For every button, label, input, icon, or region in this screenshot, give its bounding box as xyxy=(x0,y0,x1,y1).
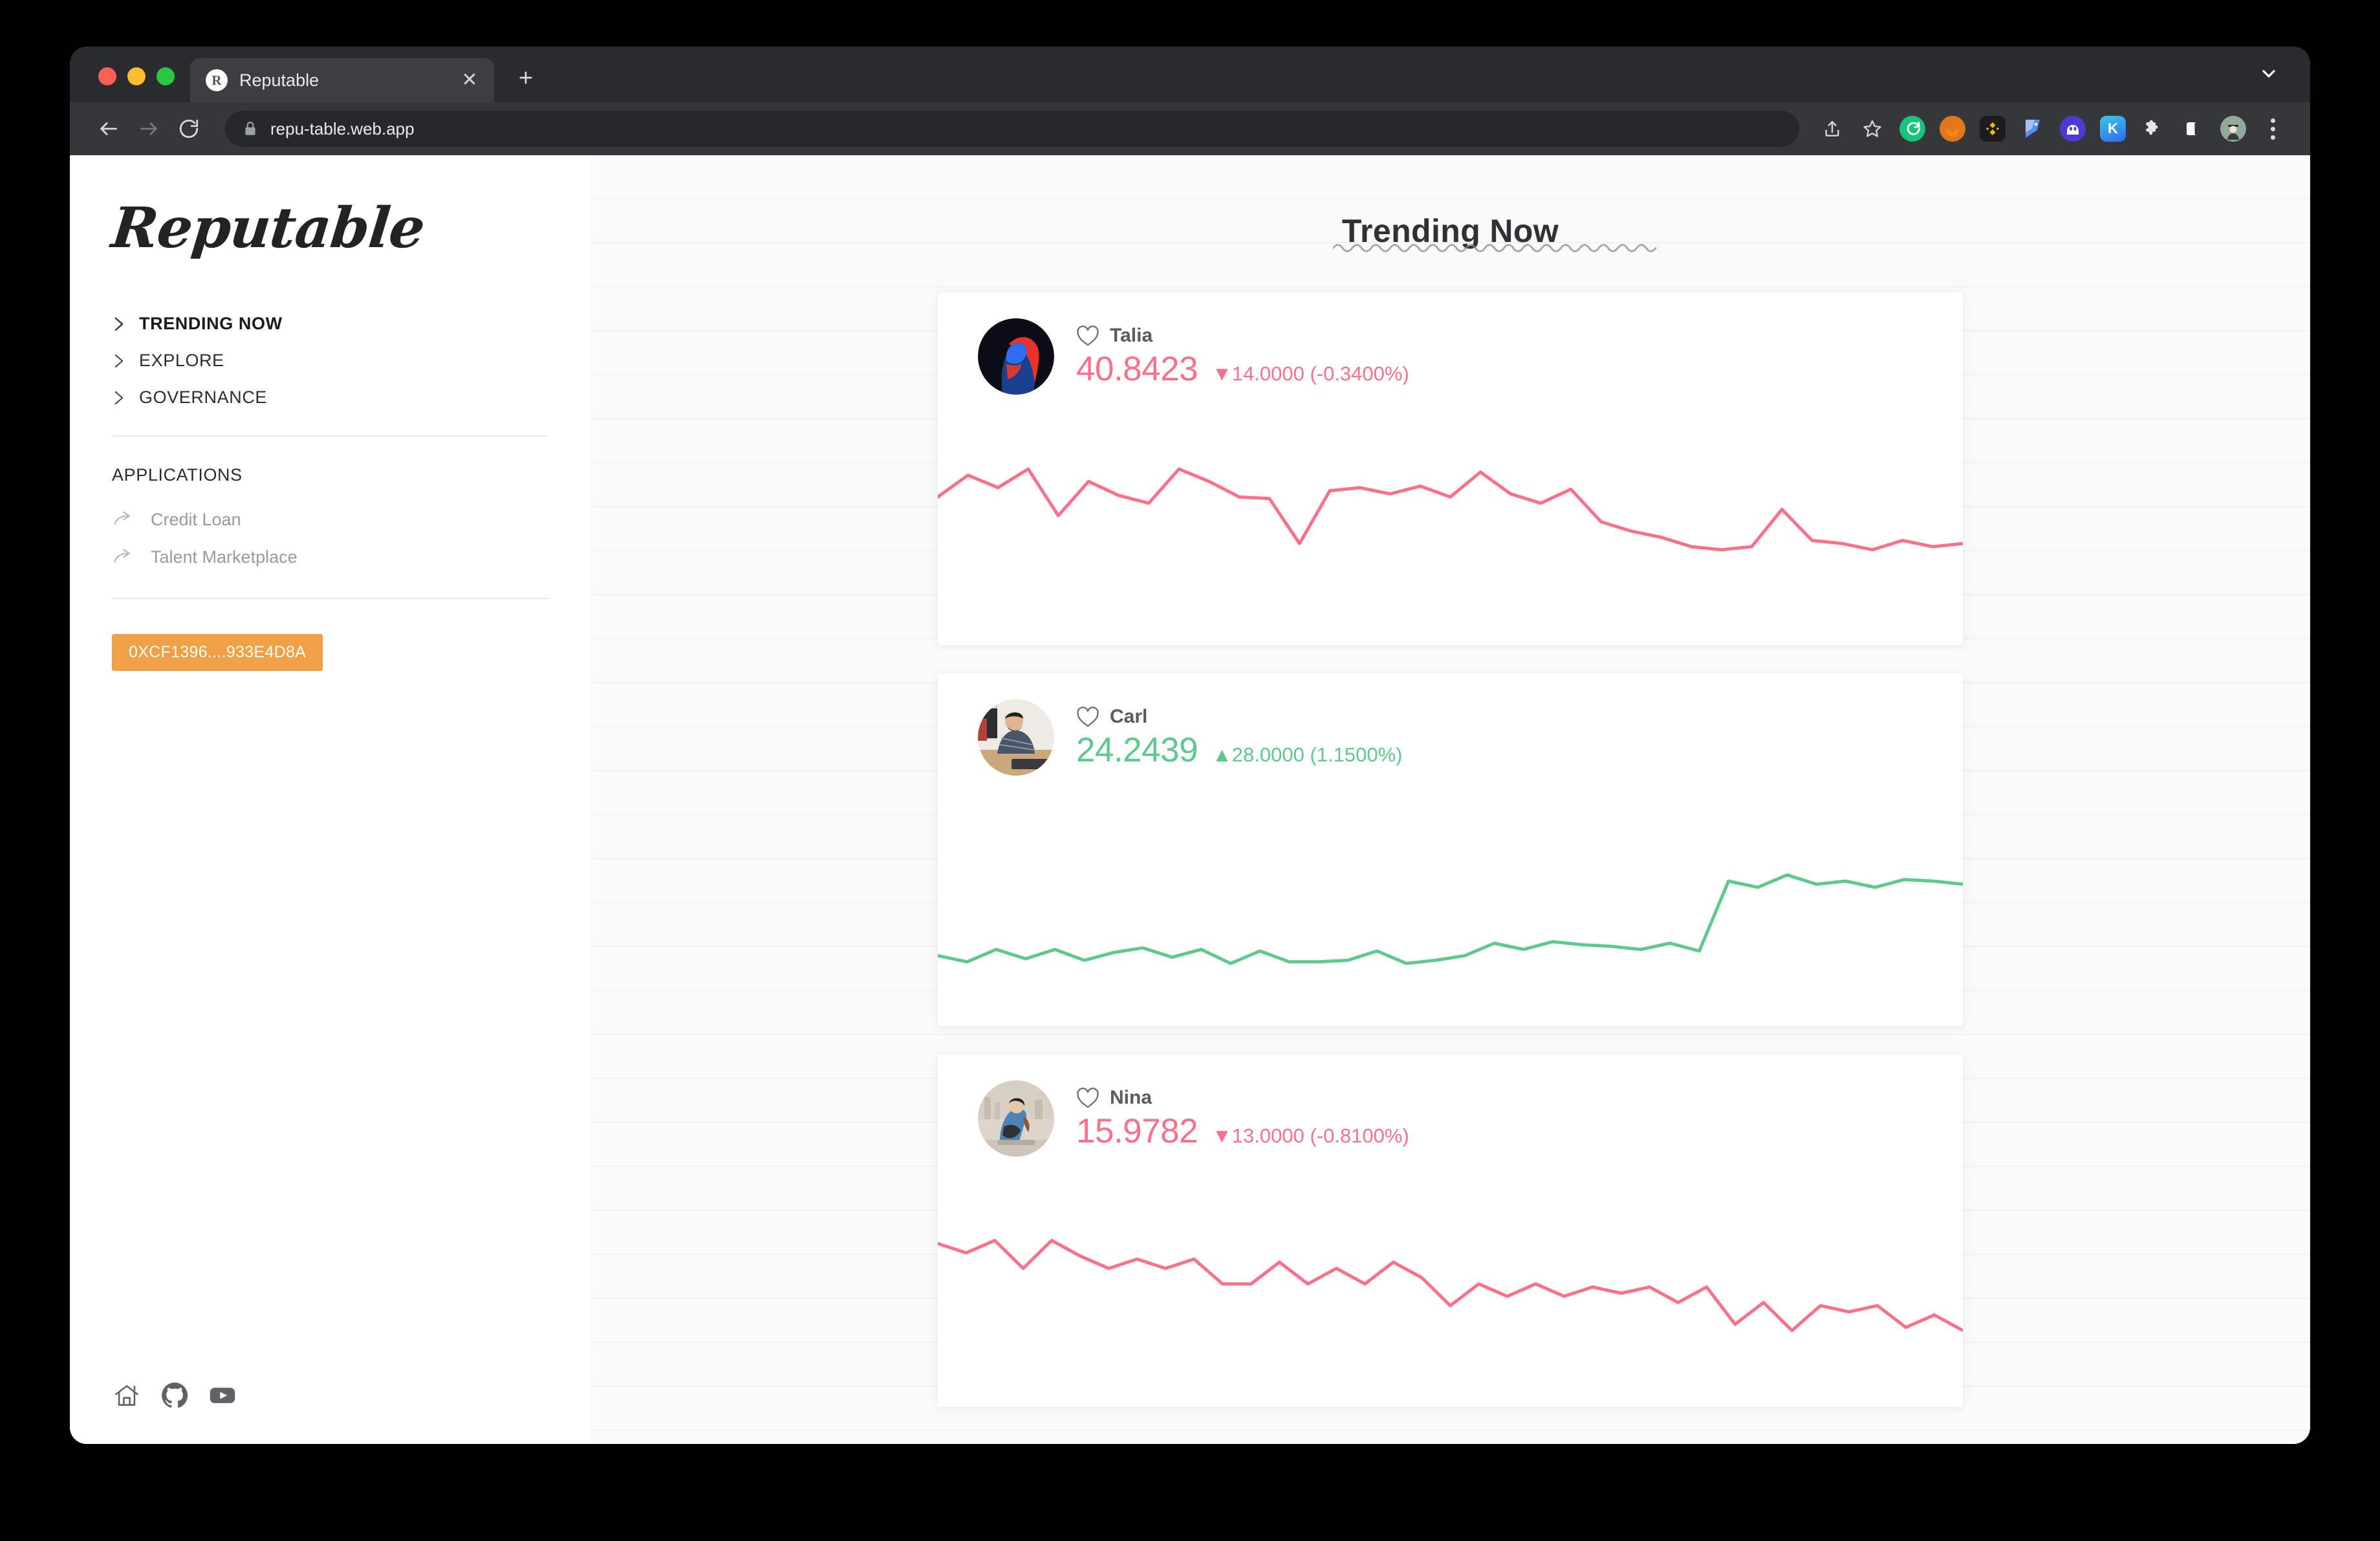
card-header: Talia 40.8423 ▼14.0000 (-0.3400%) xyxy=(938,318,1963,395)
card-meta: Nina 15.9782 ▼13.0000 (-0.8100%) xyxy=(1076,1087,1409,1151)
github-icon[interactable] xyxy=(160,1381,189,1410)
page-title-wrap: Trending Now xyxy=(1332,155,1656,252)
minimize-window-button[interactable] xyxy=(127,67,146,85)
browser-toolbar: repu-table.web.app K xyxy=(70,102,2310,155)
application-label: Credit Loan xyxy=(151,509,241,529)
trending-card[interactable]: Nina 15.9782 ▼13.0000 (-0.8100%) xyxy=(938,1055,1963,1407)
page-viewport: Reputable TRENDING NOW EXPLORE GOVERNANC… xyxy=(70,155,2310,1444)
chevron-right-icon xyxy=(112,314,126,334)
keplr-wallet-extension-icon[interactable]: K xyxy=(2095,111,2130,146)
window-traffic-lights xyxy=(70,67,175,102)
card-price: 24.2439 xyxy=(1076,730,1198,769)
sidebar-item-talent-marketplace[interactable]: Talent Marketplace xyxy=(112,538,548,576)
card-header: Nina 15.9782 ▼13.0000 (-0.8100%) xyxy=(938,1080,1963,1157)
close-window-button[interactable] xyxy=(98,67,116,85)
card-header: Carl 24.2439 ▲28.0000 (1.1500%) xyxy=(938,699,1963,776)
home-icon[interactable] xyxy=(112,1381,142,1410)
sidebar-item-explore[interactable]: EXPLORE xyxy=(112,342,548,379)
sidebar-item-credit-loan[interactable]: Credit Loan xyxy=(112,501,548,538)
squiggle-underline-icon xyxy=(1332,244,1656,252)
social-links xyxy=(112,1381,237,1410)
browser-menu-button[interactable] xyxy=(2258,111,2287,146)
applications-list: Credit Loan Talent Marketplace xyxy=(112,501,548,576)
card-price-row: 24.2439 ▲28.0000 (1.1500%) xyxy=(1076,730,1402,770)
sparkline-chart xyxy=(938,1216,1963,1371)
trending-cards-list: Talia 40.8423 ▼14.0000 (-0.3400%) Carl 2… xyxy=(590,292,2310,1407)
address-bar[interactable]: repu-table.web.app xyxy=(225,111,1799,147)
metamask-extension-icon[interactable] xyxy=(1935,111,1970,146)
maximize-window-button[interactable] xyxy=(157,67,175,85)
card-price: 15.9782 xyxy=(1076,1111,1198,1150)
extensions-puzzle-icon[interactable] xyxy=(2136,111,2170,146)
primary-nav: TRENDING NOW EXPLORE GOVERNANCE xyxy=(112,305,548,416)
app-sidebar: Reputable TRENDING NOW EXPLORE GOVERNANC… xyxy=(70,155,590,1444)
avatar xyxy=(978,1080,1054,1157)
card-price-row: 40.8423 ▼14.0000 (-0.3400%) xyxy=(1076,349,1409,389)
rainbow-wallet-extension-icon[interactable] xyxy=(1895,111,1930,146)
card-name-row: Talia xyxy=(1076,325,1409,347)
sparkline-chart xyxy=(938,835,1963,990)
sidebar-item-governance[interactable]: GOVERNANCE xyxy=(112,379,548,416)
tab-favicon-icon: R xyxy=(206,69,228,91)
card-name: Talia xyxy=(1110,324,1153,346)
card-meta: Carl 24.2439 ▲28.0000 (1.1500%) xyxy=(1076,706,1402,770)
back-button[interactable] xyxy=(91,111,127,147)
sidebar-item-label: GOVERNANCE xyxy=(139,388,268,407)
card-price: 40.8423 xyxy=(1076,349,1198,388)
card-price-row: 15.9782 ▼13.0000 (-0.8100%) xyxy=(1076,1111,1409,1151)
chevron-right-icon xyxy=(112,388,126,408)
toolbar-right-icons: K xyxy=(1815,111,2287,146)
binance-wallet-extension-icon[interactable] xyxy=(1975,111,2010,146)
browser-window: R Reputable ✕ + repu-table.web.app K Rep… xyxy=(70,47,2310,1444)
trending-card[interactable]: Carl 24.2439 ▲28.0000 (1.1500%) xyxy=(938,673,1963,1026)
bookmark-star-icon[interactable] xyxy=(1855,111,1890,146)
new-tab-button[interactable]: + xyxy=(511,66,541,91)
reload-button[interactable] xyxy=(171,111,207,147)
sidebar-divider-bottom xyxy=(112,598,548,599)
app-logo[interactable]: Reputable xyxy=(109,195,551,261)
tab-title: Reputable xyxy=(239,70,319,90)
external-link-arrow-icon xyxy=(112,508,134,530)
applications-section-label: APPLICATIONS xyxy=(112,465,243,485)
side-panel-icon[interactable] xyxy=(2176,111,2211,146)
sidebar-item-label: EXPLORE xyxy=(139,351,224,370)
card-change: ▼14.0000 (-0.3400%) xyxy=(1212,362,1409,385)
card-change: ▼13.0000 (-0.8100%) xyxy=(1212,1124,1409,1147)
forward-button[interactable] xyxy=(131,111,167,147)
main-content: Trending Now Talia 40.8423 ▼14.0000 (-0.… xyxy=(590,155,2310,1444)
trending-card[interactable]: Talia 40.8423 ▼14.0000 (-0.3400%) xyxy=(938,292,1963,645)
avatar xyxy=(978,318,1054,395)
blue-doc-extension-icon[interactable] xyxy=(2015,111,2050,146)
share-icon[interactable] xyxy=(1815,111,1850,146)
youtube-icon[interactable] xyxy=(208,1381,237,1410)
browser-tab-reputable[interactable]: R Reputable ✕ xyxy=(190,58,494,102)
card-change: ▲28.0000 (1.1500%) xyxy=(1212,743,1403,766)
application-label: Talent Marketplace xyxy=(151,547,298,567)
wallet-address-button[interactable]: 0XCF1396....933E4D8A xyxy=(112,634,323,671)
heart-icon[interactable] xyxy=(1076,325,1099,347)
card-name-row: Nina xyxy=(1076,1087,1409,1109)
close-icon[interactable]: ✕ xyxy=(458,71,481,90)
sparkline-chart xyxy=(938,454,1963,609)
chevron-down-icon[interactable] xyxy=(2256,61,2282,87)
sidebar-item-label: TRENDING NOW xyxy=(139,314,283,333)
card-name-row: Carl xyxy=(1076,706,1402,728)
external-link-arrow-icon xyxy=(112,546,134,568)
card-meta: Talia 40.8423 ▼14.0000 (-0.3400%) xyxy=(1076,325,1409,389)
sidebar-item-trending-now[interactable]: TRENDING NOW xyxy=(112,305,548,342)
lock-icon xyxy=(242,120,259,137)
card-name: Carl xyxy=(1110,705,1148,727)
chevron-right-icon xyxy=(112,351,126,371)
phantom-wallet-extension-icon[interactable] xyxy=(2055,111,2090,146)
url-text: repu-table.web.app xyxy=(270,118,415,138)
card-name: Nina xyxy=(1110,1086,1152,1108)
heart-icon[interactable] xyxy=(1076,706,1099,728)
avatar xyxy=(978,699,1054,776)
heart-icon[interactable] xyxy=(1076,1087,1099,1109)
sidebar-divider-top xyxy=(112,435,548,437)
tab-strip: R Reputable ✕ + xyxy=(70,47,2310,102)
profile-avatar-icon[interactable] xyxy=(2216,111,2251,146)
